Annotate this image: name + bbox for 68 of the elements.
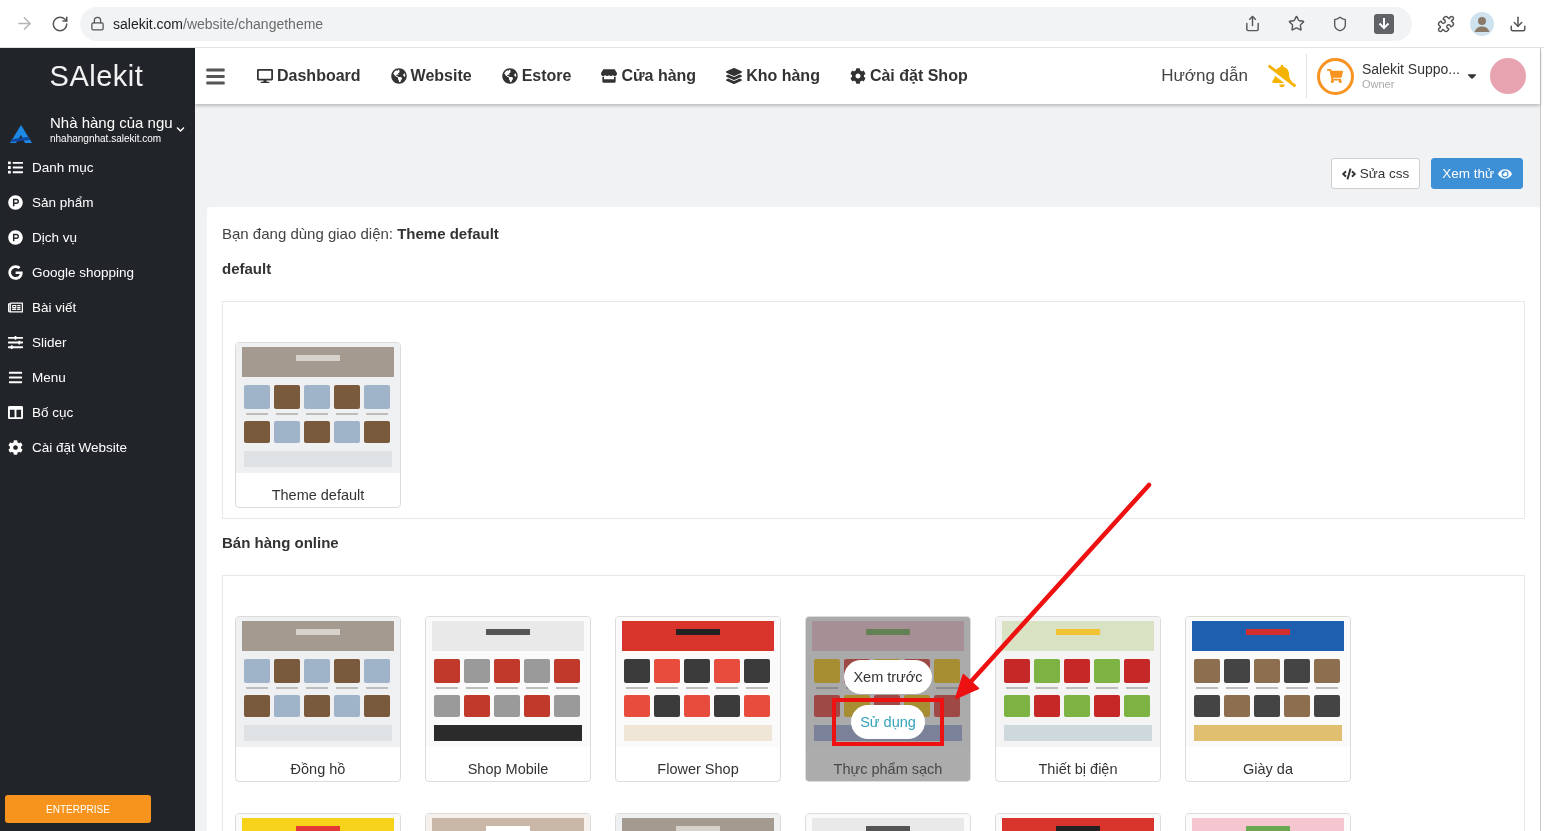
lock-icon xyxy=(90,16,105,31)
share-icon[interactable] xyxy=(1243,15,1261,32)
theme-card[interactable]: Đồng hồ xyxy=(235,616,401,782)
code-icon xyxy=(1341,166,1356,181)
globe-icon xyxy=(390,68,407,84)
edit-css-button[interactable]: Sửa css xyxy=(1330,158,1421,189)
profile-icon[interactable] xyxy=(1470,11,1494,36)
theme-name: Flower Shop xyxy=(656,761,740,777)
menu-icon[interactable] xyxy=(205,65,226,87)
g-letter-icon xyxy=(8,265,23,280)
monitor-icon xyxy=(257,68,273,84)
group-title: Bán hàng online xyxy=(222,533,340,553)
user-role: Owner xyxy=(1361,78,1396,91)
nav-link[interactable]: Cài đặt Shop xyxy=(849,67,968,85)
sliders-icon xyxy=(8,335,23,350)
sidebar-item[interactable]: Google shopping xyxy=(0,255,195,290)
shield-icon[interactable] xyxy=(1332,15,1348,32)
download-icon[interactable] xyxy=(1509,14,1527,33)
eye-icon xyxy=(1498,166,1512,181)
columns-icon xyxy=(8,405,23,420)
store-logo-icon xyxy=(10,125,32,143)
sidebar-item[interactable]: Dịch vụ xyxy=(0,220,195,255)
help-link[interactable]: Hướng dẫn xyxy=(1161,66,1248,86)
theme-name: Thực phẩm sạch xyxy=(832,761,944,777)
sidebar-item[interactable]: Bố cục xyxy=(0,395,195,430)
group-title: default xyxy=(222,259,273,279)
theme-card[interactable]: Xem trước Sử dụng Thực phẩm sạch xyxy=(805,616,971,782)
theme-card[interactable]: Flower Shop xyxy=(615,616,781,782)
settings-icon xyxy=(8,440,23,455)
theme-card[interactable]: Theme default xyxy=(235,342,401,508)
theme-name: Thiết bị điện xyxy=(1037,761,1119,777)
nav-link[interactable]: Dashboard xyxy=(257,67,361,85)
bookmark-star-icon[interactable] xyxy=(1287,15,1305,32)
theme-name: Theme default xyxy=(270,487,366,503)
theme-card[interactable]: Shop Mobile xyxy=(425,616,591,782)
settings-icon xyxy=(849,68,866,84)
menu-icon xyxy=(8,370,23,385)
nav-link[interactable]: Cửa hàng xyxy=(601,67,697,85)
list-icon xyxy=(8,160,23,175)
cart-ring-icon xyxy=(1316,57,1354,95)
sidebar-item[interactable]: Danh mục xyxy=(0,150,195,185)
nav-link[interactable]: Website xyxy=(390,67,472,85)
sidebar-item[interactable]: Bài viết xyxy=(0,290,195,325)
layers-icon xyxy=(726,68,743,84)
theme-name: Đồng hồ xyxy=(289,761,347,777)
nav-link[interactable]: Estore xyxy=(501,67,572,85)
sidebar-item[interactable]: Slider xyxy=(0,325,195,360)
chevron-down-icon[interactable] xyxy=(176,124,185,134)
nav-link[interactable]: Kho hàng xyxy=(726,67,820,85)
puzzle-icon[interactable] xyxy=(1437,14,1455,33)
store-icon xyxy=(601,68,618,84)
newspaper-icon xyxy=(8,300,23,315)
theme-name: Giày da xyxy=(1242,761,1294,777)
sidebar-item[interactable]: Menu xyxy=(0,360,195,395)
current-theme-text: Bạn đang dùng giao diện: Theme default xyxy=(222,224,500,244)
globe-icon xyxy=(501,68,518,84)
store-domain: nhahangnhat.salekit.com xyxy=(50,131,163,145)
store-name[interactable]: Nhà hàng của ngu xyxy=(50,113,176,132)
sidebar-item[interactable]: Cài đặt Website xyxy=(0,430,195,465)
theme-card[interactable]: Giày da xyxy=(1185,616,1351,782)
user-name[interactable]: Salekit Suppo... xyxy=(1361,61,1460,78)
reload-icon[interactable] xyxy=(51,14,69,33)
sidebar-item[interactable]: Sản phẩm xyxy=(0,185,195,220)
logo[interactable]: SAlekit xyxy=(49,59,146,93)
url-text: salekit.com/website/changetheme xyxy=(113,15,325,32)
theme-name: Shop Mobile xyxy=(466,761,550,777)
theme-card[interactable]: Thiết bị điện xyxy=(995,616,1161,782)
address-bar[interactable]: salekit.com/website/changetheme xyxy=(80,6,1412,41)
